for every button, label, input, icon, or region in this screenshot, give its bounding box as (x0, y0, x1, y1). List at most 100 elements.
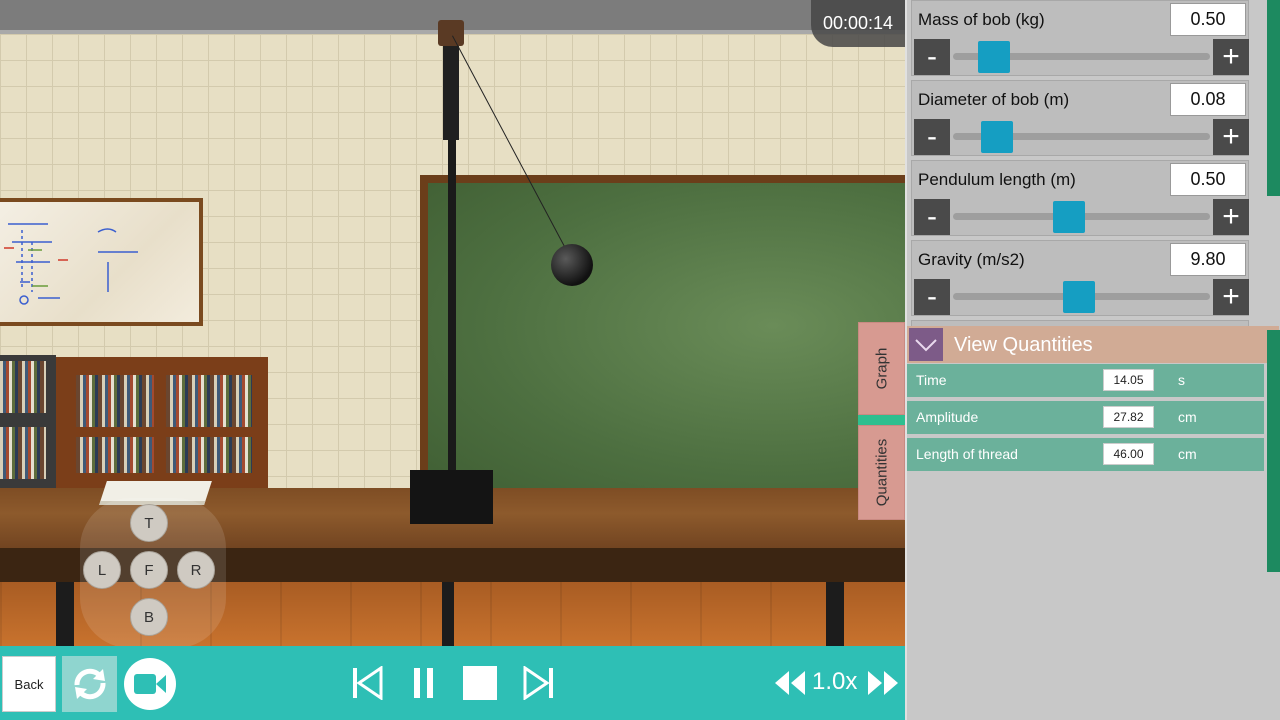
faster-button[interactable] (866, 664, 900, 702)
bookshelf-row (76, 437, 154, 473)
param-label: Diameter of bob (m) (918, 90, 1070, 109)
quantity-unit: cm (1178, 446, 1197, 462)
tab-graph[interactable]: Graph (858, 322, 905, 415)
parameter-list[interactable]: Mass of bob (kg) 0.50 - + Diameter of bo… (907, 0, 1267, 326)
speed-readout: 1.0x (812, 668, 858, 695)
param-slider[interactable] (953, 121, 1210, 153)
stand-clamp-rod (443, 40, 459, 140)
refresh-icon (74, 668, 105, 700)
skip-forward-button[interactable] (522, 664, 556, 702)
side-tabs: Graph Quantities (858, 322, 905, 520)
reset-button[interactable] (62, 656, 117, 712)
quantity-unit: s (1178, 372, 1185, 388)
quantity-value: 46.00 (1103, 443, 1154, 465)
tab-graph-label: Graph (872, 347, 890, 390)
bookcase-side (0, 355, 56, 495)
increment-button[interactable]: + (1213, 39, 1249, 75)
param-slider[interactable] (953, 41, 1210, 73)
slider-thumb[interactable] (978, 41, 1011, 73)
param-gravity: Gravity (m/s2) 9.80 - + (911, 240, 1249, 316)
table-leg (442, 582, 454, 652)
quantities-scrollbar[interactable] (1267, 330, 1280, 572)
tab-quantities[interactable]: Quantities (858, 425, 905, 520)
param-label: Gravity (m/s2) (918, 250, 1025, 269)
param-mass: Mass of bob (kg) 0.50 - + (911, 0, 1249, 76)
quantity-name: Length of thread (916, 446, 1018, 462)
stand-base (410, 470, 493, 524)
bookcase (56, 357, 268, 497)
bookshelf-row (0, 361, 46, 413)
param-length: Pendulum length (m) 0.50 - + (911, 160, 1249, 236)
slider-thumb[interactable] (980, 121, 1013, 153)
nav-left-button[interactable]: L (83, 551, 121, 589)
record-video-button[interactable] (124, 658, 176, 710)
param-slider[interactable] (953, 201, 1210, 233)
pendulum-bob[interactable] (551, 244, 593, 286)
quantity-value: 27.82 (1103, 406, 1154, 428)
table-leg (826, 582, 844, 652)
decrement-button[interactable]: - (914, 279, 950, 315)
back-button[interactable]: Back (2, 656, 56, 712)
rewind-icon (775, 671, 805, 695)
skip-forward-icon (523, 666, 553, 700)
bookshelf-row (0, 427, 46, 479)
bookshelf-row (166, 375, 252, 427)
nav-top-button[interactable]: T (130, 504, 168, 542)
bookshelf-row (166, 437, 252, 473)
skip-back-icon (353, 666, 383, 700)
param-value-input[interactable]: 0.50 (1170, 3, 1246, 36)
slider-thumb[interactable] (1062, 281, 1095, 313)
nav-right-button[interactable]: R (177, 551, 215, 589)
chalkboard-surface (428, 183, 905, 500)
chalkboard (420, 175, 905, 500)
decrement-button[interactable]: - (914, 39, 950, 75)
param-label: Pendulum length (m) (918, 170, 1076, 189)
chevron-down-icon (915, 338, 937, 351)
parameter-scrollbar[interactable] (1267, 0, 1280, 196)
stand-clamp (438, 20, 464, 46)
increment-button[interactable]: + (1213, 279, 1249, 315)
collapse-toggle[interactable] (909, 328, 943, 361)
whiteboard (0, 198, 203, 326)
nav-front-button[interactable]: F (130, 551, 168, 589)
parameters-panel: Mass of bob (kg) 0.50 - + Diameter of bo… (905, 0, 1280, 720)
nav-bottom-button[interactable]: B (130, 598, 168, 636)
decrement-button[interactable]: - (914, 119, 950, 155)
stop-icon (463, 666, 497, 700)
skip-back-button[interactable] (350, 664, 384, 702)
slider-thumb[interactable] (1052, 201, 1085, 233)
camera-nav-pad: T L F R B (80, 498, 226, 648)
quantity-row: Amplitude 27.82 cm (907, 401, 1264, 434)
decrement-button[interactable]: - (914, 199, 950, 235)
elapsed-timer: 00:00:14 (811, 0, 905, 47)
quantity-row: Time 14.05 s (907, 364, 1264, 397)
view-quantities-title: View Quantities (954, 334, 1093, 356)
pause-button[interactable] (408, 664, 440, 702)
stop-button[interactable] (461, 664, 499, 702)
simulation-viewport[interactable]: 00:00:14 T L F R B Back 1.0x (0, 0, 905, 720)
table-leg (56, 582, 74, 652)
quantity-name: Time (916, 372, 947, 388)
playback-bar: Back 1.0x (0, 646, 905, 720)
whiteboard-drawing (4, 223, 138, 305)
bookshelf-row (76, 375, 154, 427)
param-diameter: Diameter of bob (m) 0.08 - + (911, 80, 1249, 156)
fast-forward-icon (868, 671, 898, 695)
whiteboard-surface (0, 202, 199, 322)
param-value-input[interactable]: 0.50 (1170, 163, 1246, 196)
quantity-value: 14.05 (1103, 369, 1154, 391)
param-value-input[interactable]: 0.08 (1170, 83, 1246, 116)
view-quantities-header[interactable]: View Quantities (907, 326, 1279, 363)
slower-button[interactable] (773, 664, 807, 702)
param-slider[interactable] (953, 281, 1210, 313)
param-label: Mass of bob (kg) (918, 10, 1045, 29)
tab-active-indicator (858, 415, 905, 425)
increment-button[interactable]: + (1213, 199, 1249, 235)
quantity-row: Length of thread 46.00 cm (907, 438, 1264, 471)
video-camera-icon (134, 674, 166, 694)
pause-icon (414, 668, 433, 698)
increment-button[interactable]: + (1213, 119, 1249, 155)
quantity-name: Amplitude (916, 409, 979, 425)
quantity-unit: cm (1178, 409, 1197, 425)
param-value-input[interactable]: 9.80 (1170, 243, 1246, 276)
